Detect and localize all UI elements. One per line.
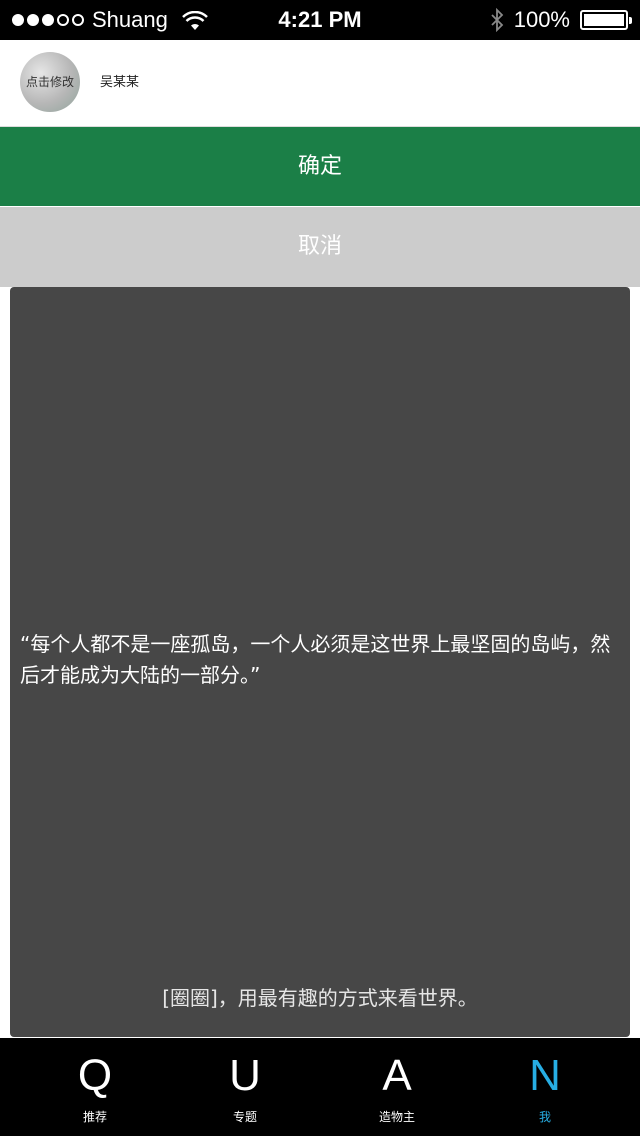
battery-icon (580, 10, 632, 30)
quote-text: “每个人都不是一座孤岛，一个人必须是这世界上最坚固的岛屿，然后才能成为大陆的一部… (20, 632, 611, 687)
tab-letter-a: A (382, 1051, 412, 1100)
cancel-button[interactable]: 取消 (0, 207, 640, 287)
profile-row: 点击修改 吴某某 (0, 40, 640, 127)
confirm-button[interactable]: 确定 (0, 127, 640, 206)
tab-letter-q: Q (77, 1051, 113, 1100)
tab-label-recommend: 推荐 (82, 1110, 107, 1124)
username: 吴某某 (100, 75, 140, 90)
status-bar: Shuang 4:21 PM 100% (0, 0, 640, 40)
tab-label-topics: 专题 (232, 1110, 257, 1124)
tab-label-creator: 造物主 (378, 1110, 415, 1124)
slogan-text: [圈圈]，用最有趣的方式来看世界。 (162, 986, 478, 1010)
tab-creator[interactable]: A 造物主 (317, 1038, 477, 1136)
quote-panel: “每个人都不是一座孤岛，一个人必须是这世界上最坚固的岛屿，然后才能成为大陆的一部… (10, 287, 630, 1037)
avatar[interactable]: 点击修改 (20, 52, 80, 112)
tab-me[interactable]: N 我 (465, 1038, 625, 1136)
tab-label-me: 我 (538, 1110, 551, 1124)
tab-letter-n: N (529, 1051, 561, 1100)
status-right: 100% (490, 0, 632, 40)
tab-recommend[interactable]: Q 推荐 (15, 1038, 175, 1136)
tab-bar: Q 推荐 U 专题 A 造物主 N 我 (0, 1038, 640, 1136)
tab-topics[interactable]: U 专题 (165, 1038, 325, 1136)
avatar-edit-caption: 点击修改 (25, 75, 74, 89)
bluetooth-icon (491, 8, 503, 32)
battery-percent: 100% (513, 7, 570, 32)
tab-letter-u: U (229, 1051, 261, 1100)
